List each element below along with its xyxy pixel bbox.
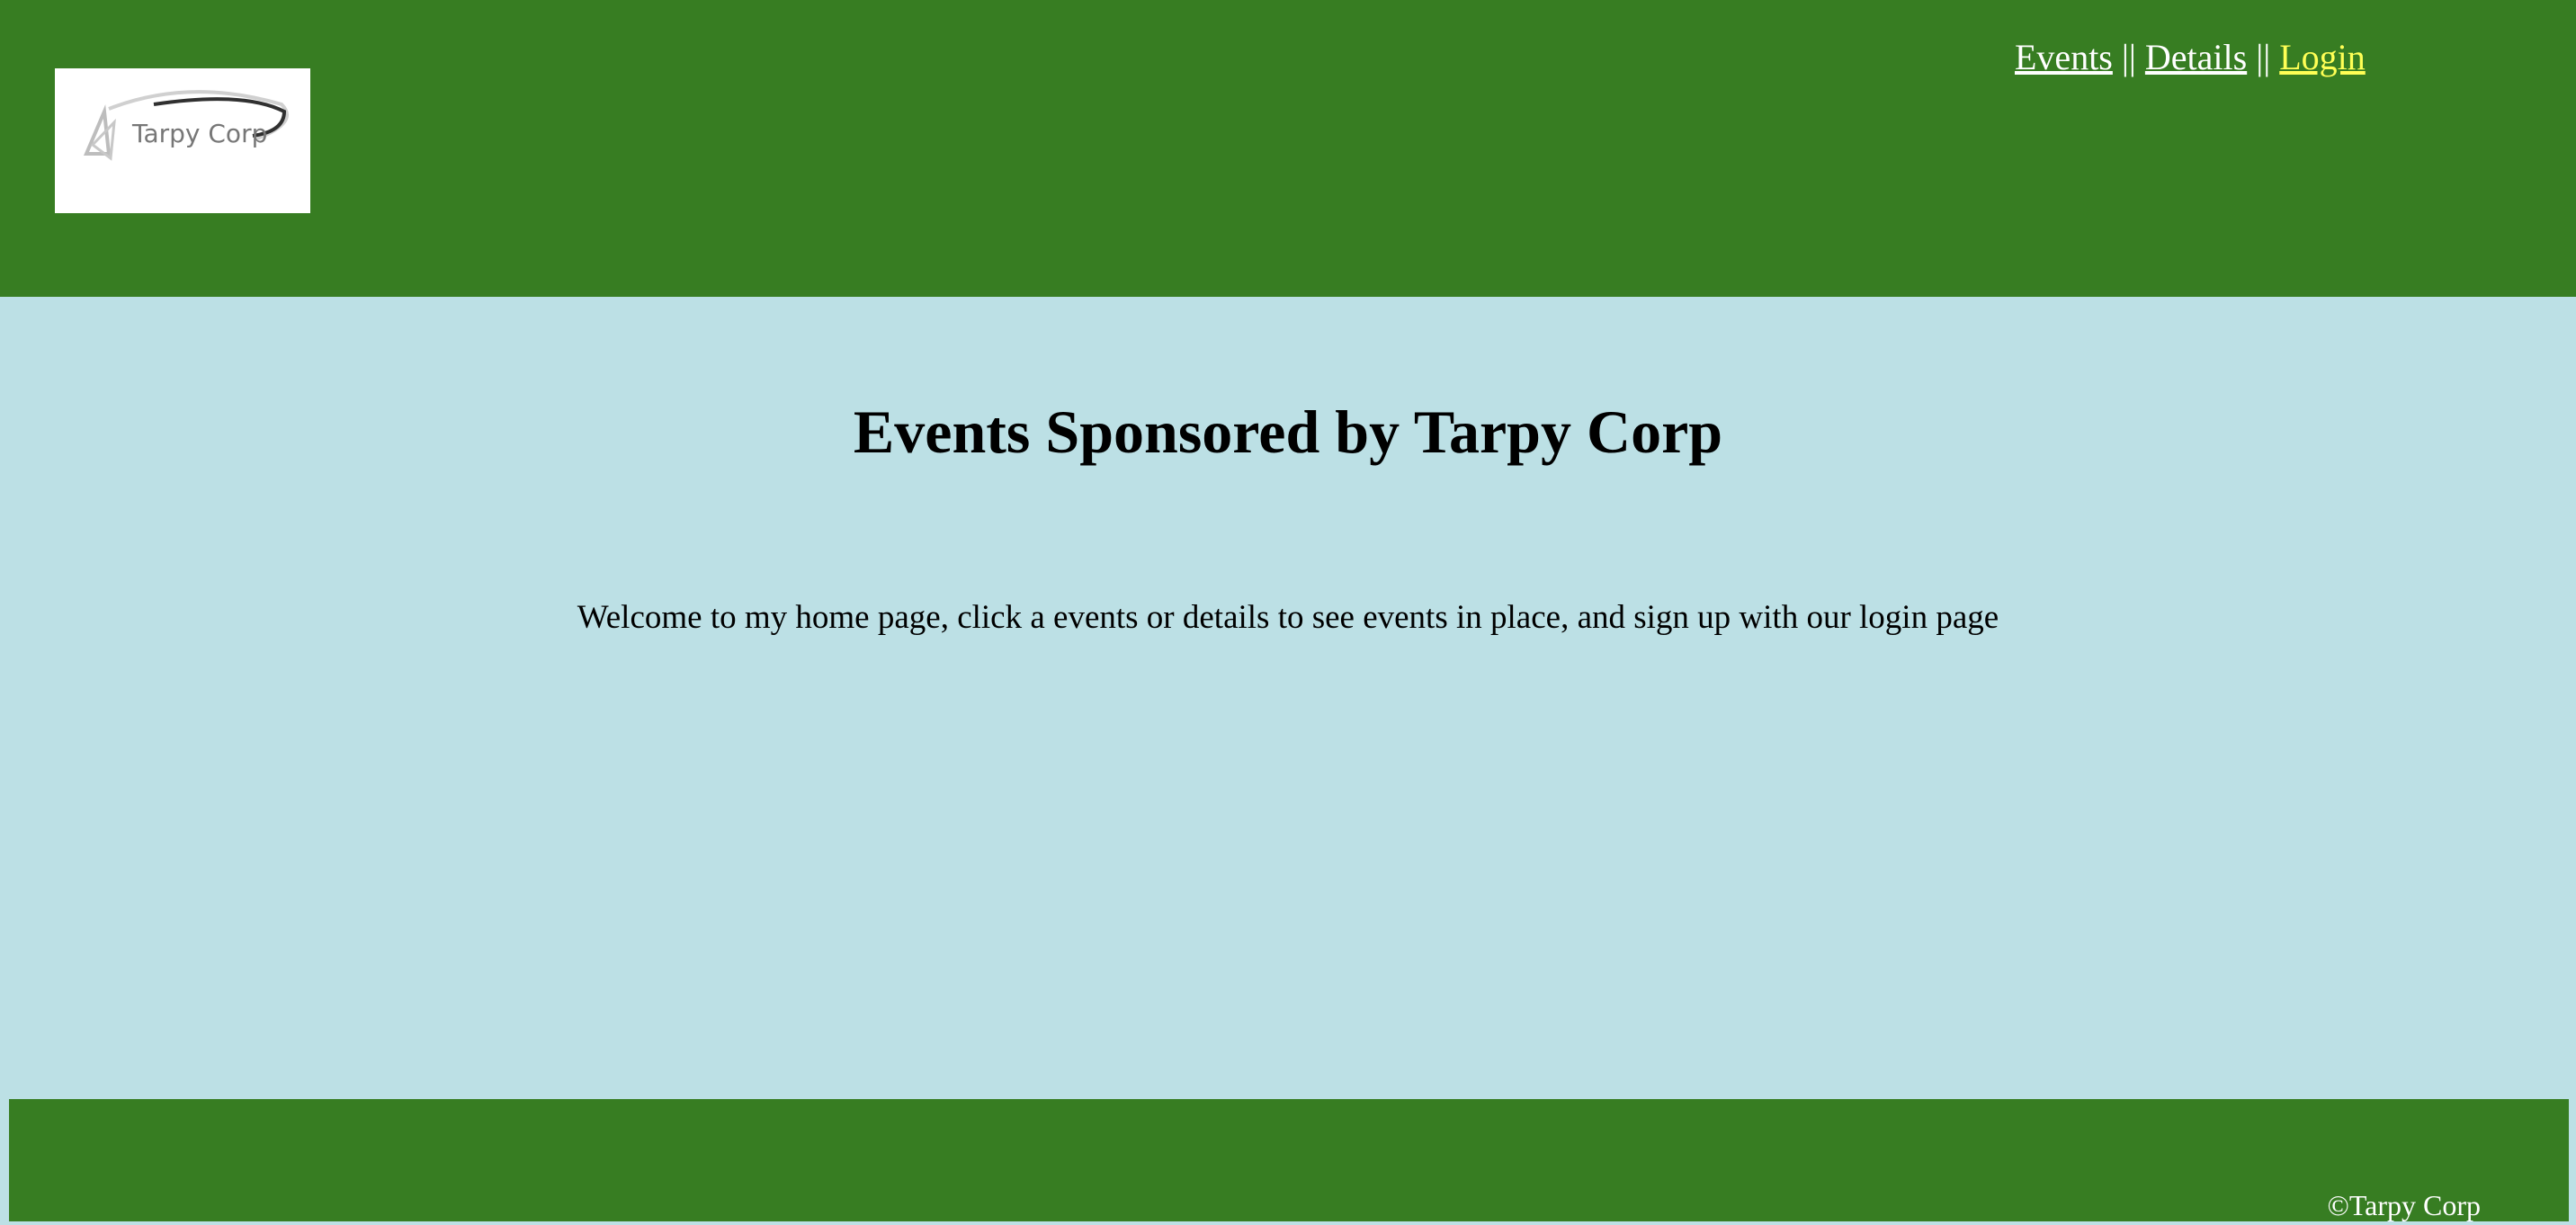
site-footer: ©Tarpy Corp xyxy=(9,1099,2569,1221)
site-header: Tarpy Corp Events || Details || Login xyxy=(0,0,2576,297)
nav-separator: || xyxy=(2247,37,2280,77)
logo-text: Tarpy Corp xyxy=(131,119,267,148)
nav-link-login[interactable]: Login xyxy=(2279,37,2366,77)
top-navigation: Events || Details || Login xyxy=(2015,34,2366,81)
page: Tarpy Corp Events || Details || Login Ev… xyxy=(0,0,2576,1225)
nav-link-events[interactable]: Events xyxy=(2015,37,2113,77)
page-title: Events Sponsored by Tarpy Corp xyxy=(853,398,1723,466)
welcome-message: Welcome to my home page, click a events … xyxy=(577,599,1999,636)
company-logo[interactable]: Tarpy Corp xyxy=(55,68,310,213)
nav-link-details[interactable]: Details xyxy=(2145,37,2247,77)
nav-separator: || xyxy=(2112,37,2145,77)
tarpy-corp-logo-icon: Tarpy Corp xyxy=(83,90,289,161)
copyright-text: ©Tarpy Corp xyxy=(2327,1189,2481,1221)
